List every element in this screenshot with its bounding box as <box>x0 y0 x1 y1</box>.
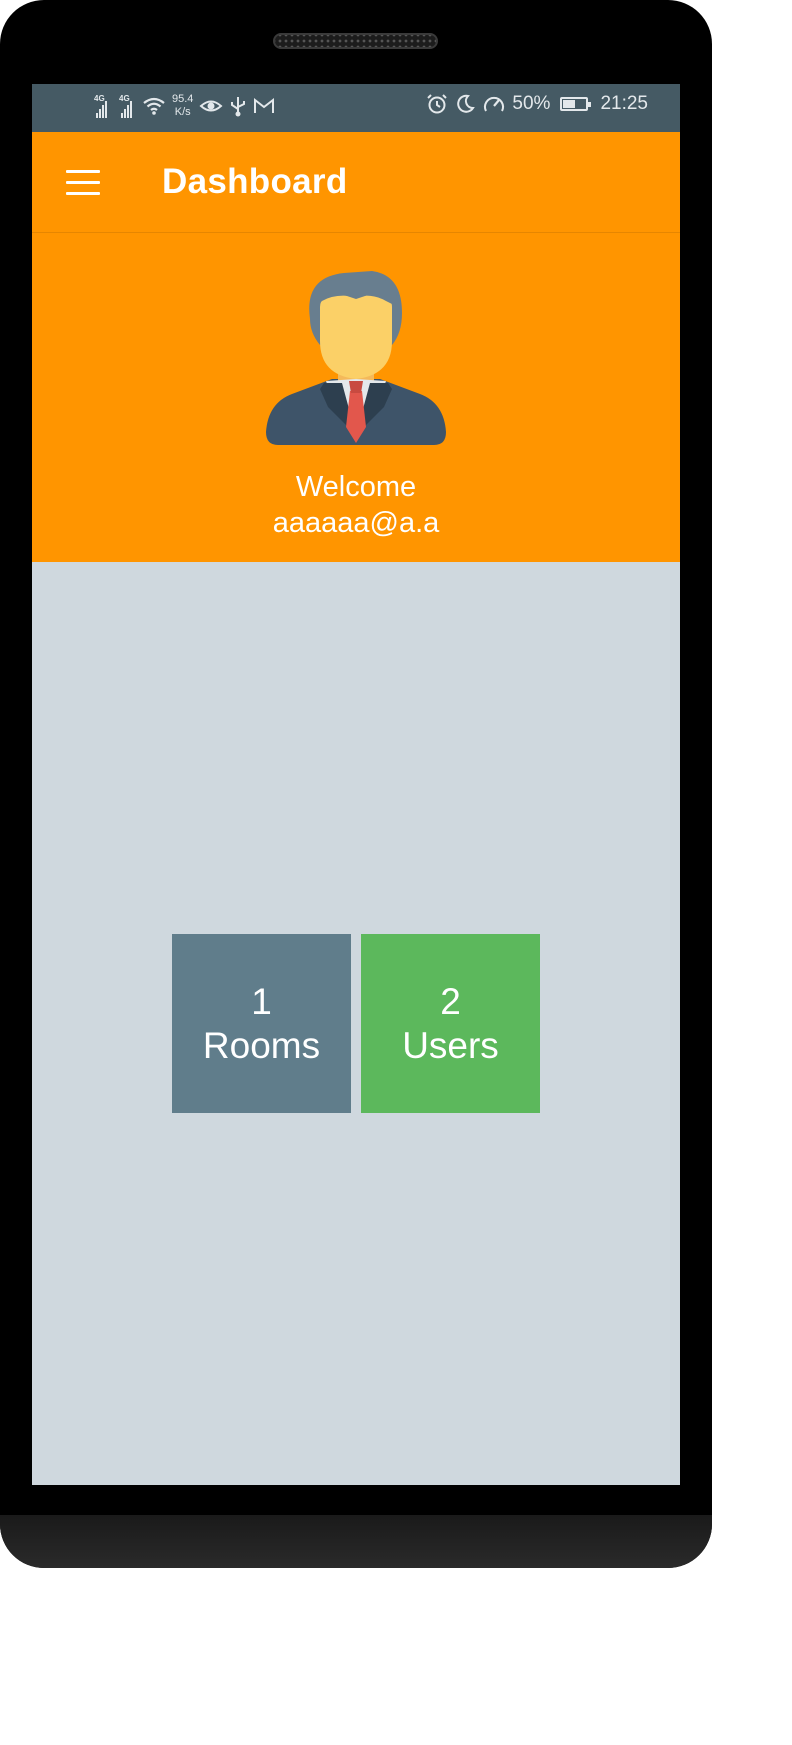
businessman-avatar-icon <box>266 271 446 445</box>
eye-icon <box>199 100 223 112</box>
clock-time: 21:25 <box>600 93 648 114</box>
speedometer-icon <box>484 96 505 112</box>
profile-header: Welcome aaaaaa@a.a <box>32 233 680 562</box>
users-label: Users <box>402 1024 499 1066</box>
rooms-label: Rooms <box>202 1024 321 1066</box>
hamburger-menu-icon[interactable] <box>58 162 106 202</box>
wifi-icon <box>143 97 165 115</box>
signal-icon: 4G <box>119 94 132 118</box>
phone-frame: 4G 4G 95.4 K/s 50% 21:25 Dashboard Welco… <box>0 0 712 1568</box>
network-type-label: 4G <box>94 94 105 103</box>
network-speed-unit: K/s <box>174 106 191 118</box>
rooms-tile[interactable]: 1 Rooms <box>172 934 351 1113</box>
gmail-icon <box>254 97 275 113</box>
status-bar: 4G 4G 95.4 K/s 50% 21:25 <box>32 84 680 132</box>
status-bar-right: 50% 21:25 <box>426 93 648 115</box>
users-tile[interactable]: 2 Users <box>361 934 540 1113</box>
status-bar-left: 4G 4G 95.4 K/s <box>94 93 275 119</box>
usb-icon <box>231 97 246 117</box>
phone-bottom-bezel <box>0 1515 712 1568</box>
user-email: aaaaaa@a.a <box>272 507 440 539</box>
signal-icon: 4G <box>94 94 107 118</box>
battery-icon <box>560 97 592 111</box>
app-toolbar: Dashboard <box>32 132 680 233</box>
earpiece-speaker <box>273 33 438 49</box>
welcome-text: Welcome <box>295 471 417 503</box>
page-title: Dashboard <box>162 162 348 201</box>
alarm-icon <box>427 94 448 114</box>
app-screen: 4G 4G 95.4 K/s 50% 21:25 Dashboard Welco… <box>32 84 680 1485</box>
moon-icon <box>457 94 476 113</box>
users-count: 2 <box>440 980 461 1022</box>
battery-percent: 50% <box>512 93 551 114</box>
network-speed: 95.4 K/s <box>172 93 193 119</box>
rooms-count: 1 <box>251 980 272 1022</box>
network-type-label: 4G <box>119 94 130 103</box>
network-speed-value: 95.4 <box>172 93 194 105</box>
